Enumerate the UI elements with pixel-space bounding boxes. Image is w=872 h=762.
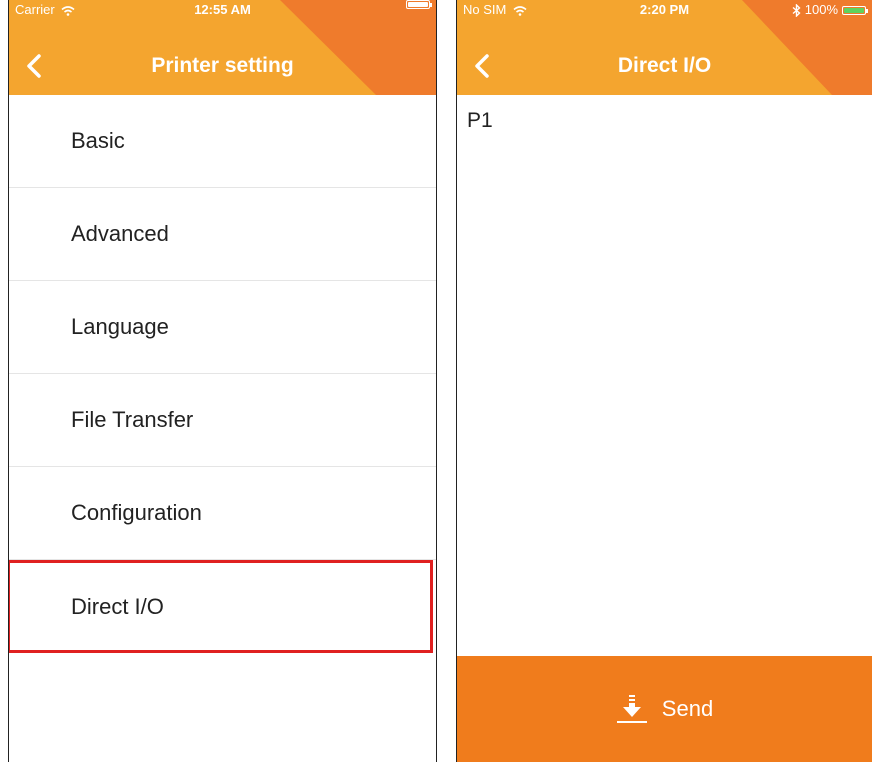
list-item-label: File Transfer — [71, 407, 194, 432]
status-bar: Carrier 12:55 AM — [9, 0, 436, 20]
list-item-language[interactable]: Language — [9, 281, 436, 374]
battery-icon — [406, 0, 432, 9]
list-item-configuration[interactable]: Configuration — [9, 467, 436, 560]
settings-list: Basic Advanced Language File Transfer Co… — [9, 95, 436, 653]
header-bar: Carrier 12:55 AM Printer setting — [9, 0, 436, 95]
list-item-file-transfer[interactable]: File Transfer — [9, 374, 436, 467]
header-bar: No SIM 2:20 PM 100% Direct I/O — [457, 0, 872, 95]
list-item-basic[interactable]: Basic — [9, 95, 436, 188]
list-item-label: Direct I/O — [71, 593, 164, 619]
nav-bar: Printer setting — [9, 44, 436, 88]
list-item-advanced[interactable]: Advanced — [9, 188, 436, 281]
battery-percent: 100% — [804, 2, 838, 17]
command-input[interactable]: P1 — [457, 95, 872, 655]
list-item-label: Language — [71, 314, 169, 339]
status-right — [406, 0, 432, 9]
page-title: Printer setting — [151, 54, 294, 77]
list-item-direct-io[interactable]: Direct I/O — [9, 560, 433, 653]
battery-icon — [842, 5, 868, 15]
status-bar: No SIM 2:20 PM 100% — [457, 0, 872, 20]
send-button[interactable]: Send — [457, 656, 872, 762]
download-icon — [616, 695, 647, 723]
direct-io-screen: No SIM 2:20 PM 100% Direct I/O P1 Send — [456, 0, 872, 762]
page-title: Direct I/O — [617, 54, 712, 77]
status-time: 12:55 AM — [194, 2, 251, 17]
printer-setting-screen: Carrier 12:55 AM Printer setting Basic A… — [8, 0, 437, 762]
nav-bar: Direct I/O — [457, 44, 872, 88]
send-label: Send — [661, 696, 714, 721]
bluetooth-icon — [792, 3, 801, 17]
list-item-label: Basic — [71, 128, 125, 153]
list-item-label: Configuration — [71, 500, 202, 525]
list-item-label: Advanced — [71, 221, 169, 246]
status-right: 100% — [792, 0, 868, 20]
